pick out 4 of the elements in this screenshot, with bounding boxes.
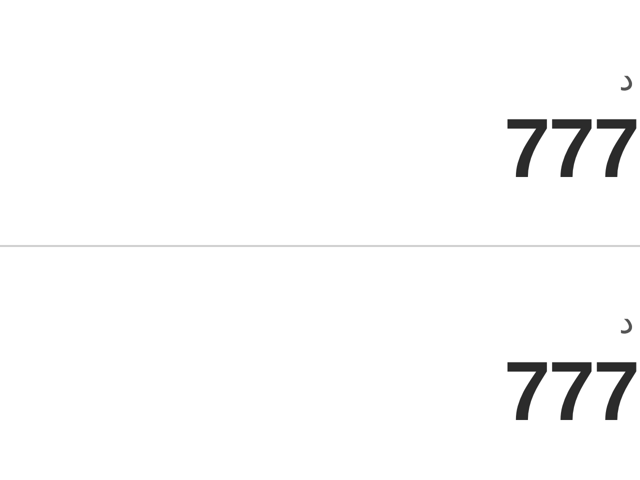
currency-label: د — [618, 62, 634, 96]
currency-label: د — [618, 305, 634, 339]
phone-number: 777 — [504, 349, 638, 433]
phone-number: 777 — [504, 106, 638, 190]
